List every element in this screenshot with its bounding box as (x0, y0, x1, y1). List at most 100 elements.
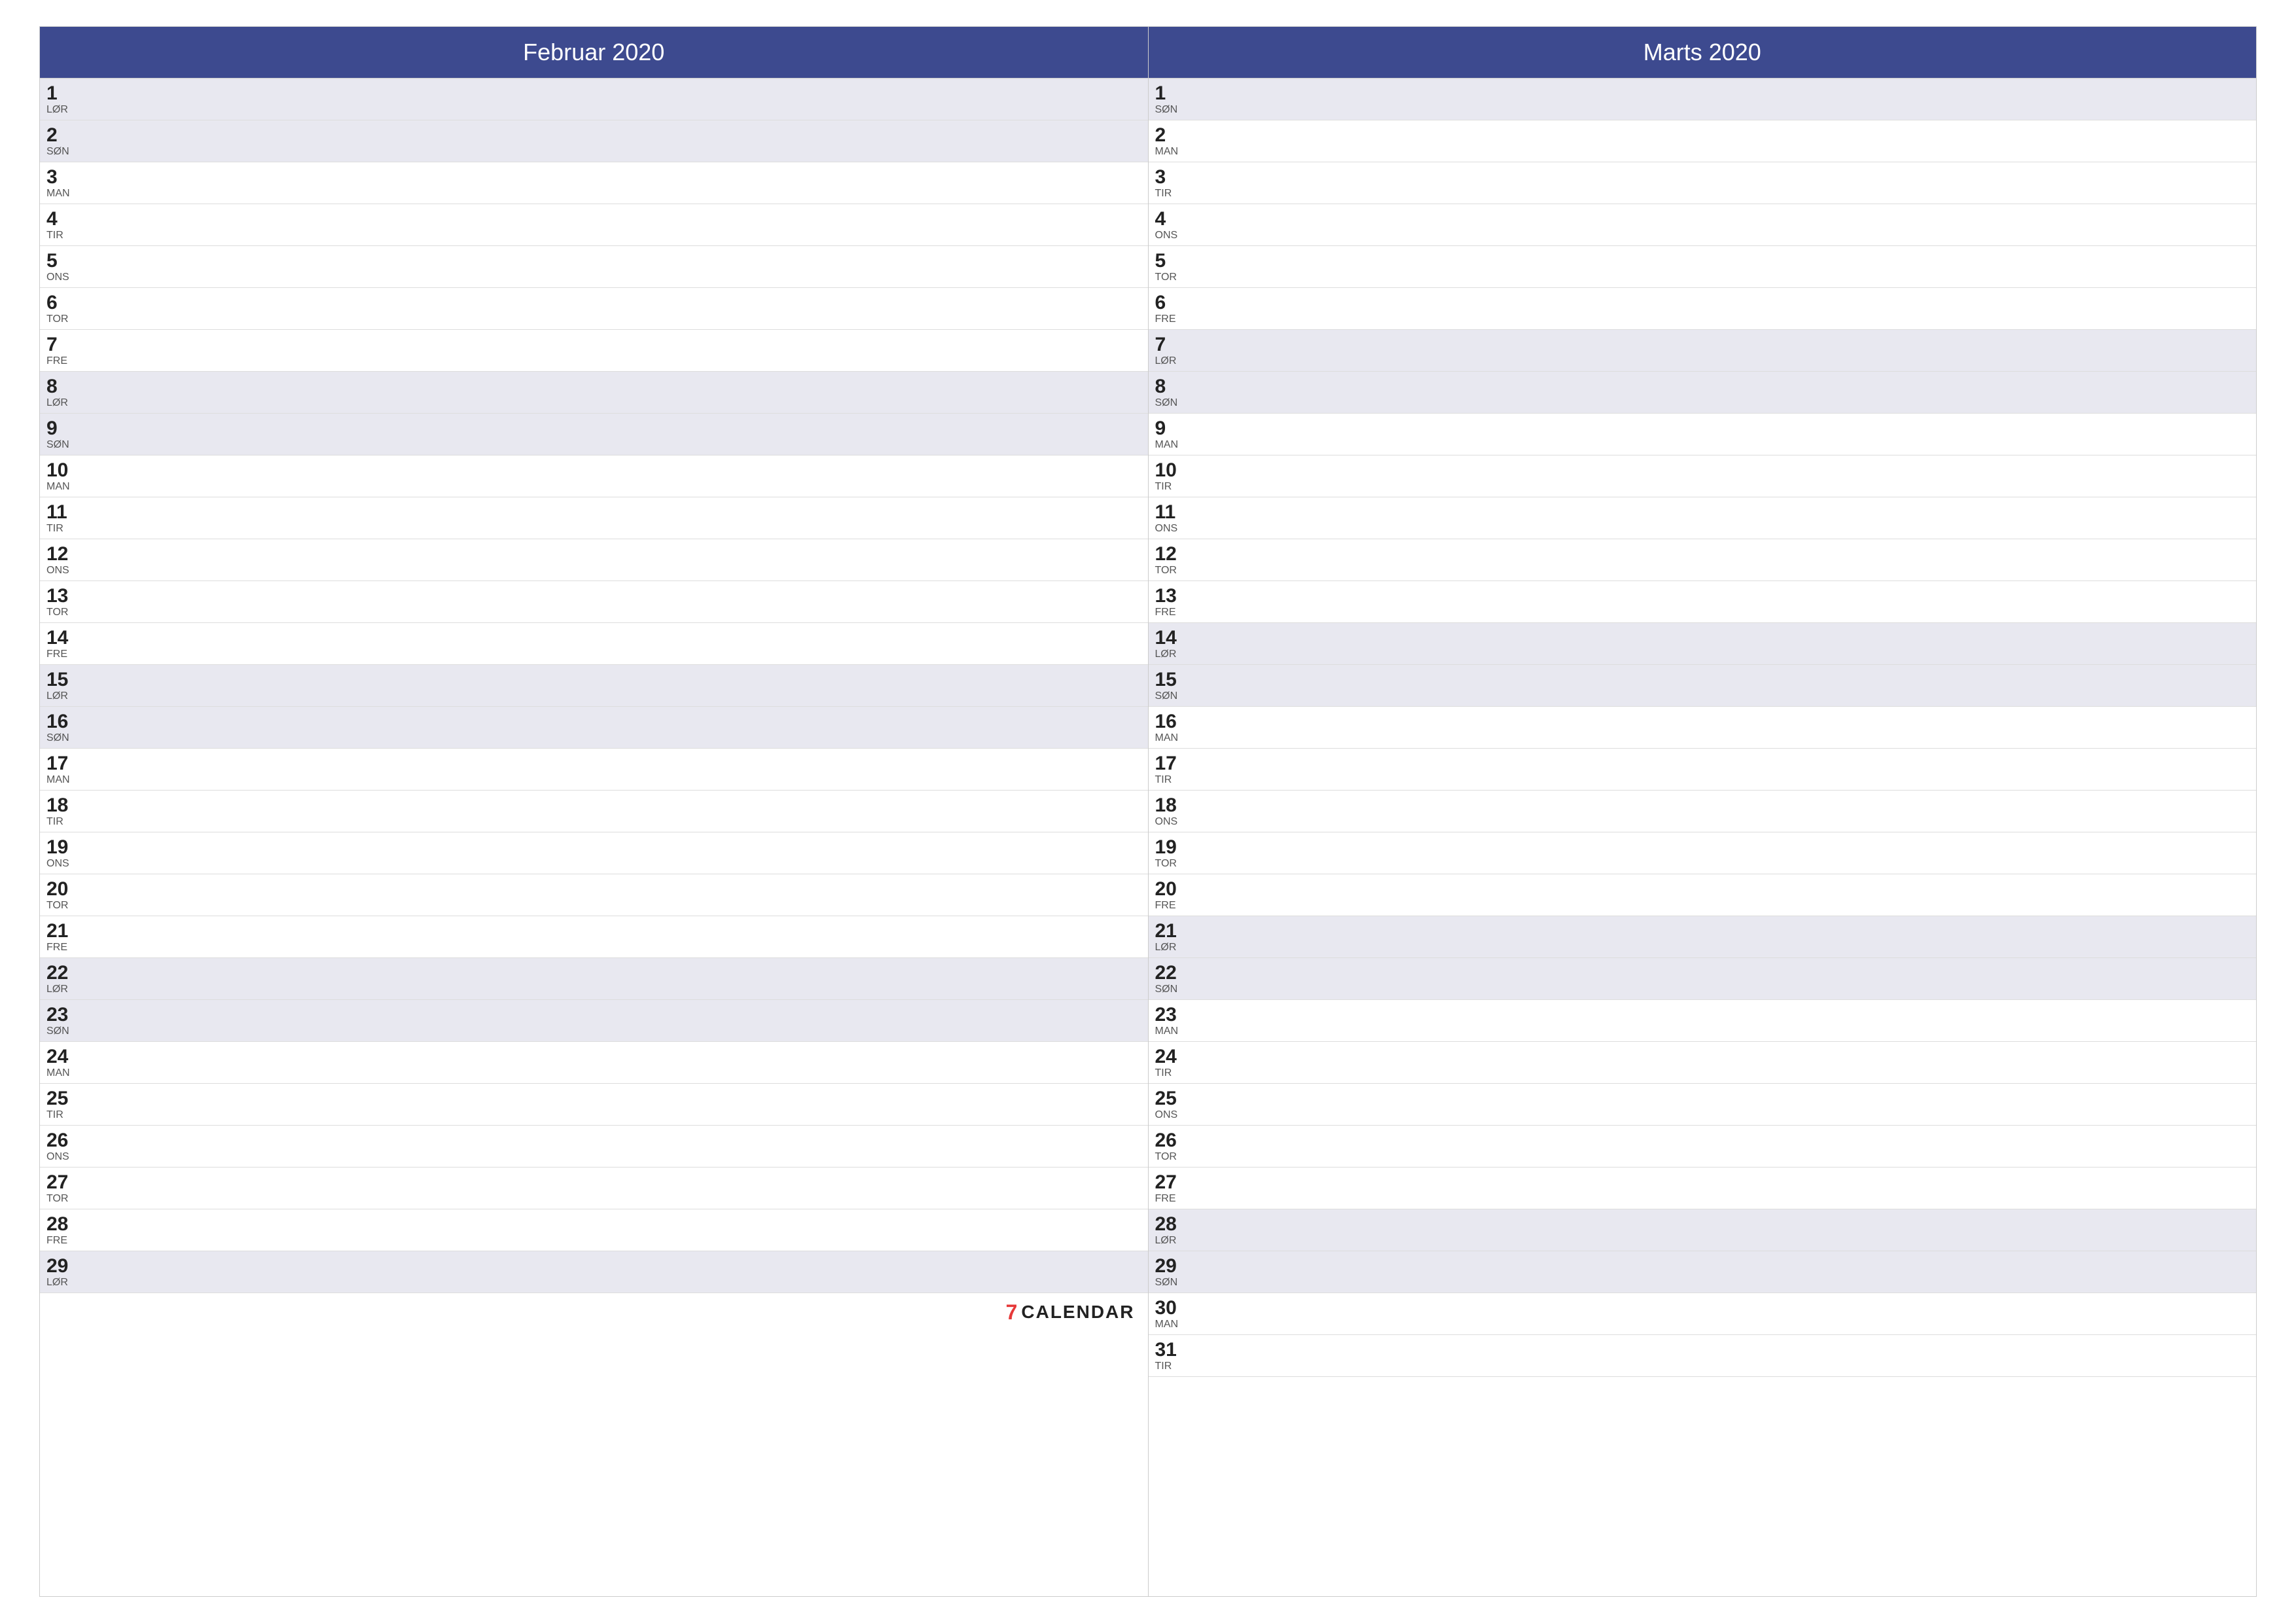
day-number: 1 (1155, 82, 1194, 104)
day-name: ONS (1155, 1109, 1194, 1121)
day-content (1201, 414, 2257, 455)
day-content (1201, 1251, 2257, 1293)
calendar-container: Februar 20201LØR2SØN3MAN4TIR5ONS6TOR7FRE… (39, 26, 2257, 1597)
table-row: 20TOR (40, 874, 1148, 916)
day-cell: 17TIR (1149, 749, 1201, 790)
day-cell: 20TOR (40, 874, 92, 916)
day-number: 8 (1155, 376, 1194, 397)
day-content (1201, 665, 2257, 706)
day-cell: 24TIR (1149, 1042, 1201, 1083)
day-cell: 29LØR (40, 1251, 92, 1293)
day-name: FRE (46, 649, 86, 660)
day-number: 15 (1155, 669, 1194, 690)
day-cell: 31TIR (1149, 1335, 1201, 1376)
day-cell: 19ONS (40, 832, 92, 874)
table-row: 29SØN (1149, 1251, 2257, 1293)
table-row: 10MAN (40, 455, 1148, 497)
day-number: 17 (1155, 753, 1194, 774)
month-header-1: Marts 2020 (1149, 27, 2257, 79)
day-content (92, 497, 1148, 539)
table-row: 10TIR (1149, 455, 2257, 497)
table-row: 1SØN (1149, 79, 2257, 120)
day-cell: 22LØR (40, 958, 92, 999)
day-content (92, 1042, 1148, 1083)
day-content (92, 1126, 1148, 1167)
day-name: TIR (46, 816, 86, 828)
day-name: FRE (46, 942, 86, 954)
day-number: 18 (1155, 794, 1194, 816)
table-row: 23SØN (40, 1000, 1148, 1042)
day-number: 22 (1155, 962, 1194, 984)
day-content (1201, 1168, 2257, 1209)
day-name: LØR (1155, 1235, 1194, 1247)
day-content (1201, 958, 2257, 999)
day-cell: 8SØN (1149, 372, 1201, 413)
day-name: TIR (1155, 1361, 1194, 1372)
day-name: SØN (1155, 690, 1194, 702)
table-row: 19TOR (1149, 832, 2257, 874)
day-content (92, 120, 1148, 162)
day-content (92, 958, 1148, 999)
table-row: 16SØN (40, 707, 1148, 749)
day-cell: 12TOR (1149, 539, 1201, 580)
day-cell: 3TIR (1149, 162, 1201, 204)
day-content (92, 707, 1148, 748)
day-number: 9 (1155, 418, 1194, 439)
day-content (92, 414, 1148, 455)
table-row: 7FRE (40, 330, 1148, 372)
day-name: MAN (1155, 146, 1194, 158)
month-column-1: Marts 20201SØN2MAN3TIR4ONS5TOR6FRE7LØR8S… (1149, 27, 2257, 1596)
day-name: FRE (46, 1235, 86, 1247)
day-cell: 30MAN (1149, 1293, 1201, 1334)
day-number: 6 (46, 292, 86, 313)
day-content (1201, 79, 2257, 120)
day-name: ONS (1155, 523, 1194, 535)
day-name: ONS (46, 858, 86, 870)
day-content (1201, 246, 2257, 287)
day-number: 13 (46, 585, 86, 607)
day-cell: 6TOR (40, 288, 92, 329)
day-cell: 7FRE (40, 330, 92, 371)
day-number: 26 (46, 1130, 86, 1151)
day-number: 2 (1155, 124, 1194, 146)
day-number: 11 (46, 501, 86, 523)
day-content (92, 1209, 1148, 1251)
footer-area: 7CALENDAR (40, 1293, 1148, 1331)
day-content (92, 539, 1148, 580)
day-number: 28 (1155, 1213, 1194, 1235)
day-content (1201, 1293, 2257, 1334)
day-content (92, 79, 1148, 120)
day-number: 28 (46, 1213, 86, 1235)
day-name: LØR (1155, 649, 1194, 660)
table-row: 18TIR (40, 791, 1148, 832)
table-row: 27FRE (1149, 1168, 2257, 1209)
day-number: 1 (46, 82, 86, 104)
day-content (92, 1251, 1148, 1293)
day-number: 7 (46, 334, 86, 355)
table-row: 6FRE (1149, 288, 2257, 330)
day-number: 29 (46, 1255, 86, 1277)
table-row: 11ONS (1149, 497, 2257, 539)
month-header-0: Februar 2020 (40, 27, 1148, 79)
day-name: SØN (46, 439, 86, 451)
day-content (1201, 623, 2257, 664)
day-cell: 10MAN (40, 455, 92, 497)
day-name: ONS (46, 565, 86, 577)
table-row: 24TIR (1149, 1042, 2257, 1084)
day-cell: 19TOR (1149, 832, 1201, 874)
day-content (1201, 916, 2257, 957)
day-cell: 18ONS (1149, 791, 1201, 832)
day-content (1201, 539, 2257, 580)
table-row: 21FRE (40, 916, 1148, 958)
day-cell: 7LØR (1149, 330, 1201, 371)
day-content (1201, 581, 2257, 622)
day-number: 21 (1155, 920, 1194, 942)
day-content (92, 749, 1148, 790)
day-cell: 23MAN (1149, 1000, 1201, 1041)
day-number: 8 (46, 376, 86, 397)
day-name: TOR (46, 607, 86, 618)
day-content (1201, 1209, 2257, 1251)
day-cell: 2MAN (1149, 120, 1201, 162)
table-row: 23MAN (1149, 1000, 2257, 1042)
day-name: SØN (1155, 104, 1194, 116)
